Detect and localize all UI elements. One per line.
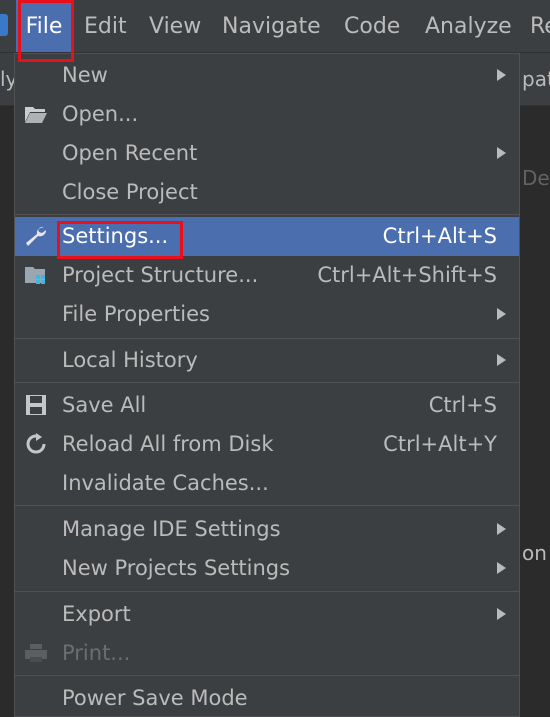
menu-item-label: Invalidate Caches... [62, 471, 269, 495]
menu-item-print[interactable]: Print... [15, 634, 519, 673]
folder-open-icon [25, 107, 47, 123]
menu-item-label: Project Structure... [62, 263, 259, 287]
menu-item-label: Settings... [62, 224, 169, 248]
menu-item-local-history[interactable]: Local History [15, 341, 519, 380]
menu-view-label: View [149, 14, 202, 39]
main-menubar: File Edit View Navigate Code Analyze Re [0, 0, 550, 53]
menu-item-label: Manage IDE Settings [62, 517, 281, 541]
menu-edit-label: Edit [84, 14, 127, 39]
menu-item-label: Export [62, 602, 131, 626]
submenu-arrow-icon [497, 562, 506, 574]
menu-analyze[interactable]: Analyze [425, 0, 512, 52]
file-menu-dropdown: New Open... Open Recent Close Project Se… [14, 53, 520, 717]
menu-code-label: Code [344, 14, 401, 39]
menu-item-new[interactable]: New [15, 56, 519, 95]
reload-icon [26, 433, 46, 454]
printer-icon [25, 644, 47, 662]
menu-item-shortcut: Ctrl+Alt+Shift+S [317, 263, 497, 287]
submenu-arrow-icon [497, 69, 506, 81]
menu-separator [15, 338, 519, 339]
menu-item-label: Power Save Mode [62, 686, 248, 710]
menu-item-new-projects-settings[interactable]: New Projects Settings [15, 549, 519, 588]
menu-item-label: New [62, 63, 108, 87]
menu-item-label: Reload All from Disk [62, 432, 274, 456]
menu-item-shortcut: Ctrl+Alt+S [382, 224, 497, 248]
menu-view[interactable]: View [149, 0, 201, 52]
menu-item-shortcut: Ctrl+S [428, 393, 497, 417]
menu-item-label: Local History [62, 348, 198, 372]
wrench-icon [26, 226, 47, 246]
menu-item-label: Save All [62, 393, 147, 417]
menu-item-label: File Properties [62, 302, 210, 326]
menu-item-label: Close Project [62, 180, 198, 204]
menu-item-label: Print... [62, 641, 131, 665]
menu-item-save-all[interactable]: Save All Ctrl+S [15, 386, 519, 425]
submenu-arrow-icon [497, 354, 506, 366]
menu-item-manage-ide-settings[interactable]: Manage IDE Settings [15, 510, 519, 549]
submenu-arrow-icon [497, 523, 506, 535]
menu-item-label: New Projects Settings [62, 556, 291, 580]
editor-fragment-top: Der [522, 166, 550, 190]
menu-separator [15, 675, 519, 676]
submenu-arrow-icon [497, 308, 506, 320]
menu-separator [15, 214, 519, 215]
toolbar-fragment-right: pat [522, 67, 550, 91]
menu-item-invalidate-caches[interactable]: Invalidate Caches... [15, 464, 519, 503]
menu-file[interactable]: File [16, 0, 72, 52]
menu-separator [15, 591, 519, 592]
menu-navigate[interactable]: Navigate [222, 0, 321, 52]
editor-fragment-bottom: on [522, 541, 547, 565]
menu-item-label: Open Recent [62, 141, 198, 165]
app-icon [0, 14, 8, 36]
menu-item-reload-all[interactable]: Reload All from Disk Ctrl+Alt+Y [15, 425, 519, 464]
submenu-arrow-icon [497, 608, 506, 620]
menu-item-label: Open... [62, 102, 139, 126]
menu-separator [15, 505, 519, 506]
save-icon [26, 395, 46, 415]
menu-item-shortcut: Ctrl+Alt+Y [383, 432, 497, 456]
menu-item-power-save-mode[interactable]: Power Save Mode [15, 679, 519, 716]
menu-item-settings[interactable]: Settings... Ctrl+Alt+S [15, 217, 519, 256]
menu-item-close-project[interactable]: Close Project [15, 173, 519, 212]
menu-item-open-recent[interactable]: Open Recent [15, 134, 519, 173]
menu-item-open[interactable]: Open... [15, 95, 519, 134]
menu-item-project-structure[interactable]: Project Structure... Ctrl+Alt+Shift+S [15, 256, 519, 295]
menu-refactor[interactable]: Re [530, 0, 550, 52]
menu-item-export[interactable]: Export [15, 595, 519, 634]
menu-item-file-properties[interactable]: File Properties [15, 295, 519, 334]
submenu-arrow-icon [497, 147, 506, 159]
menu-separator [15, 382, 519, 383]
menu-navigate-label: Navigate [222, 14, 321, 39]
menu-file-label: File [25, 14, 63, 39]
menu-analyze-label: Analyze [425, 14, 512, 39]
menu-code[interactable]: Code [344, 0, 400, 52]
menu-refactor-label: Re [530, 14, 550, 39]
menu-edit[interactable]: Edit [84, 0, 127, 52]
project-structure-icon [25, 267, 45, 284]
